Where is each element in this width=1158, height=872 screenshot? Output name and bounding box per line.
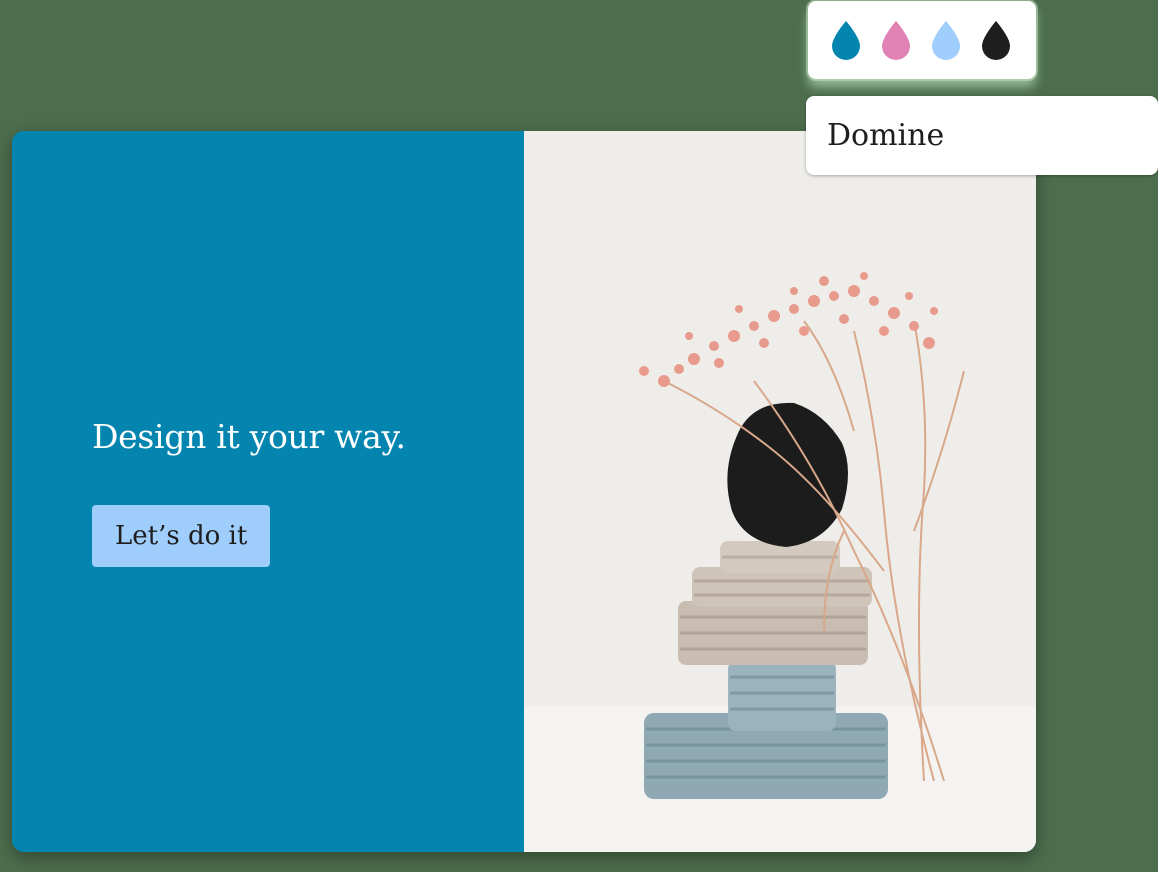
hero-photo — [524, 131, 1036, 852]
swatch-0 — [832, 21, 860, 60]
pink-drop-icon[interactable] — [878, 19, 914, 61]
swatch-2 — [932, 21, 960, 60]
swatch-3 — [982, 21, 1010, 60]
color-palette — [808, 1, 1036, 79]
hero-color-panel: Design it your way. Let’s do it — [12, 131, 524, 852]
beige-clay-block-large — [678, 601, 868, 665]
preview-card: Design it your way. Let’s do it — [12, 131, 1036, 852]
font-picker[interactable]: Domine — [806, 96, 1158, 175]
blue-drop-icon[interactable] — [828, 19, 864, 61]
blue-clay-block-small — [728, 661, 836, 731]
swatch-1 — [882, 21, 910, 60]
lets-do-it-button[interactable]: Let’s do it — [92, 505, 271, 567]
black-drop-icon[interactable] — [978, 19, 1014, 61]
light-blue-drop-icon[interactable] — [928, 19, 964, 61]
hero-headline: Design it your way. — [92, 417, 406, 456]
clay-sculpture-image — [524, 131, 1036, 852]
